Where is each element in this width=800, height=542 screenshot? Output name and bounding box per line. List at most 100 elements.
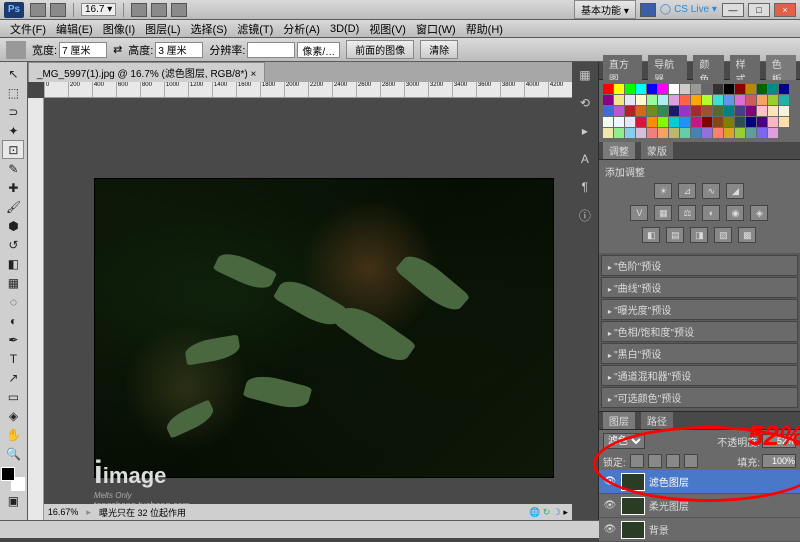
tab-paths[interactable]: 路径	[641, 412, 673, 429]
tab-layers[interactable]: 图层	[603, 412, 635, 429]
swatch[interactable]	[625, 128, 635, 138]
minibridge-icon[interactable]	[50, 3, 66, 17]
swatch[interactable]	[636, 117, 646, 127]
swatch[interactable]	[757, 95, 767, 105]
menu-item[interactable]: 图像(I)	[99, 21, 139, 37]
preset-item[interactable]: "曲线"预设	[601, 277, 798, 298]
swatch[interactable]	[603, 106, 613, 116]
visibility-icon[interactable]: 👁	[603, 524, 617, 535]
swatch[interactable]	[713, 117, 723, 127]
preset-item[interactable]: "曝光度"预设	[601, 299, 798, 320]
swatch[interactable]	[603, 117, 613, 127]
brush-tool[interactable]: 🖌	[2, 197, 24, 216]
swatch[interactable]	[724, 128, 734, 138]
opacity-input[interactable]	[762, 434, 796, 448]
swatch[interactable]	[735, 95, 745, 105]
layer-row[interactable]: 👁背景	[599, 518, 800, 542]
swatch[interactable]	[724, 106, 734, 116]
swatch[interactable]	[691, 95, 701, 105]
swatch[interactable]	[658, 128, 668, 138]
gradient-tool[interactable]: ▦	[2, 273, 24, 292]
swatch[interactable]	[647, 128, 657, 138]
swatch[interactable]	[746, 95, 756, 105]
gradient-map-icon[interactable]: ▨	[714, 227, 732, 243]
swatch[interactable]	[724, 117, 734, 127]
swatch[interactable]	[614, 84, 624, 94]
swatch[interactable]	[603, 95, 613, 105]
quickmask-tool[interactable]: ▣	[2, 491, 24, 510]
levels-icon[interactable]: ⊿	[678, 183, 696, 199]
swatch[interactable]	[757, 117, 767, 127]
visibility-icon[interactable]: 👁	[603, 476, 617, 487]
type-tool[interactable]: T	[2, 349, 24, 368]
path-tool[interactable]: ↗	[2, 368, 24, 387]
crop-tool[interactable]: ⊡	[2, 140, 24, 159]
preset-item[interactable]: "黑白"预设	[601, 343, 798, 364]
swatch[interactable]	[614, 128, 624, 138]
document-tab[interactable]: _MG_5997(1).jpg @ 16.7% (滤色图层, RGB/8*) ×	[28, 62, 265, 82]
swatch[interactable]	[669, 117, 679, 127]
swatch[interactable]	[680, 106, 690, 116]
view-extras-icon[interactable]	[131, 3, 147, 17]
swatch[interactable]	[768, 95, 778, 105]
swatch[interactable]	[669, 106, 679, 116]
swatch[interactable]	[625, 84, 635, 94]
marquee-tool[interactable]: ⬚	[2, 83, 24, 102]
zoom-level-combo[interactable]: 16.7 ▾	[81, 3, 116, 16]
swatch[interactable]	[768, 117, 778, 127]
lasso-tool[interactable]: ⊃	[2, 102, 24, 121]
image-canvas[interactable]	[94, 178, 554, 478]
swatch[interactable]	[691, 84, 701, 94]
swatches-panel[interactable]	[599, 80, 800, 142]
stamp-tool[interactable]: ⬢	[2, 216, 24, 235]
menu-item[interactable]: 窗口(W)	[412, 21, 460, 37]
swatch[interactable]	[779, 84, 789, 94]
tab-adjustments[interactable]: 调整	[603, 142, 635, 159]
bridge-icon[interactable]	[30, 3, 46, 17]
swatch[interactable]	[768, 128, 778, 138]
swatch[interactable]	[757, 128, 767, 138]
swatch[interactable]	[658, 84, 668, 94]
swatch[interactable]	[636, 128, 646, 138]
swatch[interactable]	[735, 117, 745, 127]
swatch[interactable]	[702, 106, 712, 116]
channel-mixer-icon[interactable]: ◈	[750, 205, 768, 221]
invert-icon[interactable]: ◧	[642, 227, 660, 243]
swatch[interactable]	[724, 84, 734, 94]
swatch[interactable]	[647, 95, 657, 105]
fill-input[interactable]	[762, 454, 796, 468]
layer-row[interactable]: 👁柔光图层	[599, 494, 800, 518]
eyedropper-tool[interactable]: ✎	[2, 159, 24, 178]
brightness-icon[interactable]: ☀	[654, 183, 672, 199]
menu-item[interactable]: 帮助(H)	[462, 21, 507, 37]
status-toggle-icon[interactable]: ▸	[563, 507, 568, 517]
layer-thumb[interactable]	[621, 473, 645, 491]
swatch[interactable]	[713, 84, 723, 94]
swatch[interactable]	[647, 84, 657, 94]
dodge-tool[interactable]: ◐	[2, 311, 24, 330]
status-sync-icon[interactable]: ↻	[543, 507, 551, 517]
screen-mode-icon[interactable]	[171, 3, 187, 17]
visibility-icon[interactable]: 👁	[603, 500, 617, 511]
swatch[interactable]	[625, 117, 635, 127]
swatch[interactable]	[702, 128, 712, 138]
char-panel-icon[interactable]: A	[576, 150, 594, 168]
tab-masks[interactable]: 蒙版	[641, 142, 673, 159]
swatch[interactable]	[757, 84, 767, 94]
swatch[interactable]	[746, 128, 756, 138]
menu-item[interactable]: 3D(D)	[326, 23, 363, 35]
resolution-input[interactable]	[247, 42, 295, 58]
threshold-icon[interactable]: ◨	[690, 227, 708, 243]
para-panel-icon[interactable]: ¶	[576, 178, 594, 196]
selective-color-icon[interactable]: ▩	[738, 227, 756, 243]
cslive-button[interactable]: ◯CS Live ▾	[660, 4, 717, 15]
swatch[interactable]	[614, 117, 624, 127]
swatch[interactable]	[669, 128, 679, 138]
swatch[interactable]	[735, 84, 745, 94]
status-moon-icon[interactable]: ☽	[553, 507, 561, 517]
swatch[interactable]	[647, 106, 657, 116]
balance-icon[interactable]: ⚖	[678, 205, 696, 221]
swatch[interactable]	[680, 95, 690, 105]
preset-item[interactable]: "色阶"预设	[601, 255, 798, 276]
swatch[interactable]	[724, 95, 734, 105]
